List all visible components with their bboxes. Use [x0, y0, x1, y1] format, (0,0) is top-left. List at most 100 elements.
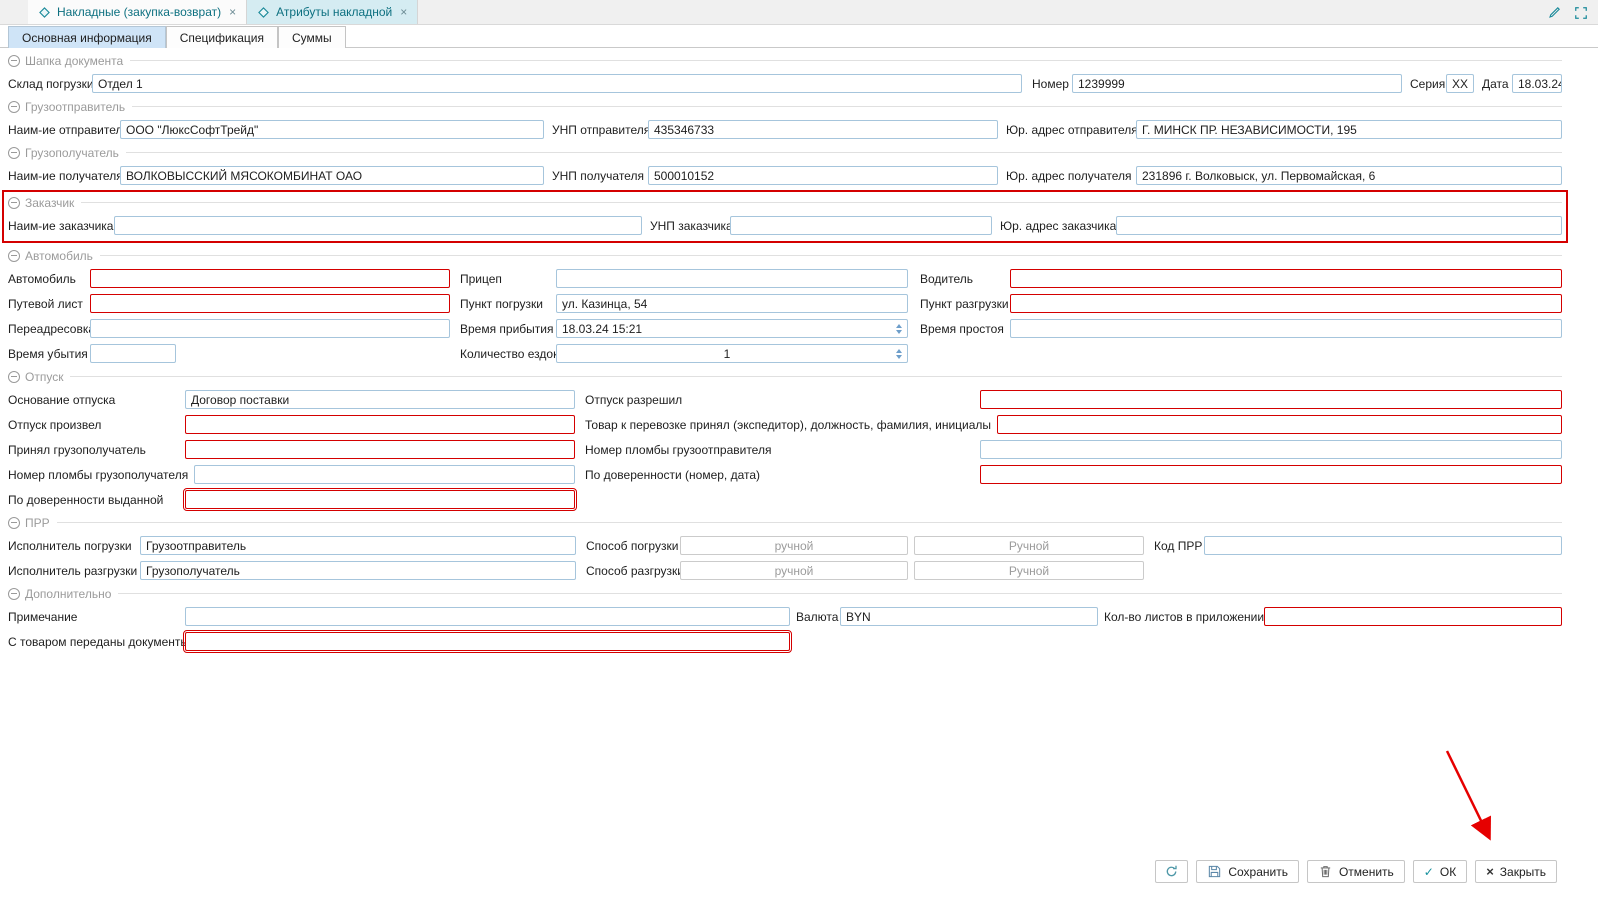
collapse-icon[interactable] — [8, 517, 20, 529]
consignee-address-input[interactable]: 231896 г. Волковыск, ул. Первомайская, 6 — [1136, 166, 1562, 185]
attributes-form: Шапка документа Склад погрузки Отдел 1 Н… — [0, 48, 1598, 654]
window-tab-attributes[interactable]: Атрибуты накладной × — [247, 0, 418, 24]
release-basis-input[interactable]: Договор поставки — [185, 390, 575, 409]
doc-header-row: Склад погрузки Отдел 1 Номер 1239999 Сер… — [8, 71, 1562, 96]
consignee-name-input[interactable]: ВОЛКОВЫССКИЙ МЯСОКОМБИНАТ ОАО — [120, 166, 544, 185]
forwarder-accepted-input[interactable] — [997, 415, 1562, 434]
series-input[interactable]: XX — [1446, 74, 1474, 93]
group-line — [100, 255, 1562, 256]
unload-executor-input[interactable]: Грузополучатель — [140, 561, 576, 580]
idle-time-label: Время простоя — [920, 322, 1010, 336]
refresh-button[interactable] — [1155, 860, 1188, 883]
window-tab-invoices[interactable]: Накладные (закупка-возврат) × — [28, 0, 247, 24]
collapse-icon[interactable] — [8, 101, 20, 113]
driver-input[interactable] — [1010, 269, 1562, 288]
edit-pencil-icon[interactable] — [1547, 5, 1562, 20]
collapse-icon[interactable] — [8, 55, 20, 67]
consignee-accepted-label: Принял грузополучатель — [8, 443, 185, 457]
group-header-customer: Заказчик — [8, 192, 1562, 213]
release-allowed-input[interactable] — [980, 390, 1562, 409]
cancel-label: Отменить — [1339, 865, 1394, 879]
titlebar-icons — [1547, 0, 1588, 25]
release-basis-label: Основание отпуска — [8, 393, 185, 407]
consignor-address-input[interactable]: Г. МИНСК ПР. НЕЗАВИСИМОСТИ, 195 — [1136, 120, 1562, 139]
trash-icon — [1318, 864, 1333, 879]
consignee-row: Наим-ие получателя ВОЛКОВЫССКИЙ МЯСОКОМБ… — [8, 163, 1562, 188]
customer-unp-input[interactable] — [730, 216, 992, 235]
unload-point-input[interactable] — [1010, 294, 1562, 313]
warehouse-label: Склад погрузки — [8, 77, 92, 91]
load-point-input[interactable]: ул. Казинца, 54 — [556, 294, 908, 313]
consignor-seal-input[interactable] — [980, 440, 1562, 459]
docs-passed-input[interactable] — [185, 632, 790, 651]
date-input[interactable]: 18.03.24 — [1512, 74, 1562, 93]
number-input[interactable]: 1239999 — [1072, 74, 1402, 93]
consignor-unp-input[interactable]: 435346733 — [648, 120, 998, 139]
spinner-icon[interactable] — [892, 349, 902, 359]
release-performed-input[interactable] — [185, 415, 575, 434]
maximize-icon[interactable] — [1574, 6, 1588, 20]
trips-count-input[interactable]: 1 — [556, 344, 908, 363]
tab-sums[interactable]: Суммы — [278, 26, 346, 48]
currency-label: Валюта — [796, 610, 840, 624]
car-input[interactable] — [90, 269, 450, 288]
close-icon[interactable]: × — [229, 5, 236, 19]
collapse-icon[interactable] — [8, 588, 20, 600]
group-header-prr: ПРР — [8, 512, 1562, 533]
docs-passed-label: С товаром переданы документы — [8, 635, 185, 649]
group-line — [126, 152, 1562, 153]
group-header-vehicle: Автомобиль — [8, 245, 1562, 266]
tab-specification[interactable]: Спецификация — [166, 26, 278, 48]
prr-code-input[interactable] — [1204, 536, 1562, 555]
ok-button[interactable]: ✓ ОК — [1413, 860, 1467, 883]
close-icon[interactable]: × — [400, 5, 407, 19]
note-input[interactable] — [185, 607, 790, 626]
release-row-2: Отпуск произвел Товар к перевозке принял… — [8, 412, 1562, 437]
arrival-time-input[interactable]: 18.03.24 15:21 — [556, 319, 908, 338]
load-method-input-1: ручной — [680, 536, 908, 555]
document-diamond-icon — [38, 6, 51, 19]
waybill-label: Путевой лист — [8, 297, 90, 311]
consignee-seal-input[interactable] — [194, 465, 575, 484]
readdress-input[interactable] — [90, 319, 450, 338]
spinner-icon[interactable] — [892, 324, 902, 334]
poa-issued-input[interactable] — [185, 490, 575, 509]
poa-input[interactable] — [980, 465, 1562, 484]
currency-input[interactable]: BYN — [840, 607, 1098, 626]
close-button[interactable]: × Закрыть — [1475, 860, 1557, 883]
trailer-input[interactable] — [556, 269, 908, 288]
departure-time-input[interactable] — [90, 344, 176, 363]
trips-count-label: Количество ездок — [460, 347, 556, 361]
save-button[interactable]: Сохранить — [1196, 860, 1299, 883]
load-executor-input[interactable]: Грузоотправитель — [140, 536, 576, 555]
close-label: Закрыть — [1500, 865, 1546, 879]
group-line — [70, 376, 1562, 377]
sheets-count-input[interactable] — [1264, 607, 1562, 626]
tab-main-info[interactable]: Основная информация — [8, 26, 166, 48]
forwarder-accepted-label: Товар к перевозке принял (экспедитор), д… — [585, 418, 997, 432]
customer-name-input[interactable] — [114, 216, 642, 235]
document-diamond-icon — [257, 6, 270, 19]
customer-address-input[interactable] — [1116, 216, 1562, 235]
warehouse-input[interactable]: Отдел 1 — [92, 74, 1022, 93]
load-executor-label: Исполнитель погрузки — [8, 539, 140, 553]
collapse-icon[interactable] — [8, 250, 20, 262]
poa-issued-label: По доверенности выданной — [8, 493, 185, 507]
date-label: Дата — [1482, 77, 1512, 91]
consignor-unp-label: УНП отправителя — [552, 123, 648, 137]
page-tab-bar: Основная информация Спецификация Суммы — [0, 25, 1598, 48]
collapse-icon[interactable] — [8, 147, 20, 159]
consignee-unp-input[interactable]: 500010152 — [648, 166, 998, 185]
consignee-accepted-input[interactable] — [185, 440, 575, 459]
idle-time-input[interactable] — [1010, 319, 1562, 338]
collapse-icon[interactable] — [8, 197, 20, 209]
consignor-name-input[interactable]: ООО "ЛюксСофтТрейд" — [120, 120, 544, 139]
release-row-3: Принял грузополучатель Номер пломбы груз… — [8, 437, 1562, 462]
note-label: Примечание — [8, 610, 185, 624]
cancel-button[interactable]: Отменить — [1307, 860, 1405, 883]
vehicle-row-4: Время убытия Количество ездок 1 — [8, 341, 1562, 366]
group-title: Шапка документа — [25, 54, 123, 68]
vehicle-row-2: Путевой лист Пункт погрузки ул. Казинца,… — [8, 291, 1562, 316]
collapse-icon[interactable] — [8, 371, 20, 383]
waybill-input[interactable] — [90, 294, 450, 313]
